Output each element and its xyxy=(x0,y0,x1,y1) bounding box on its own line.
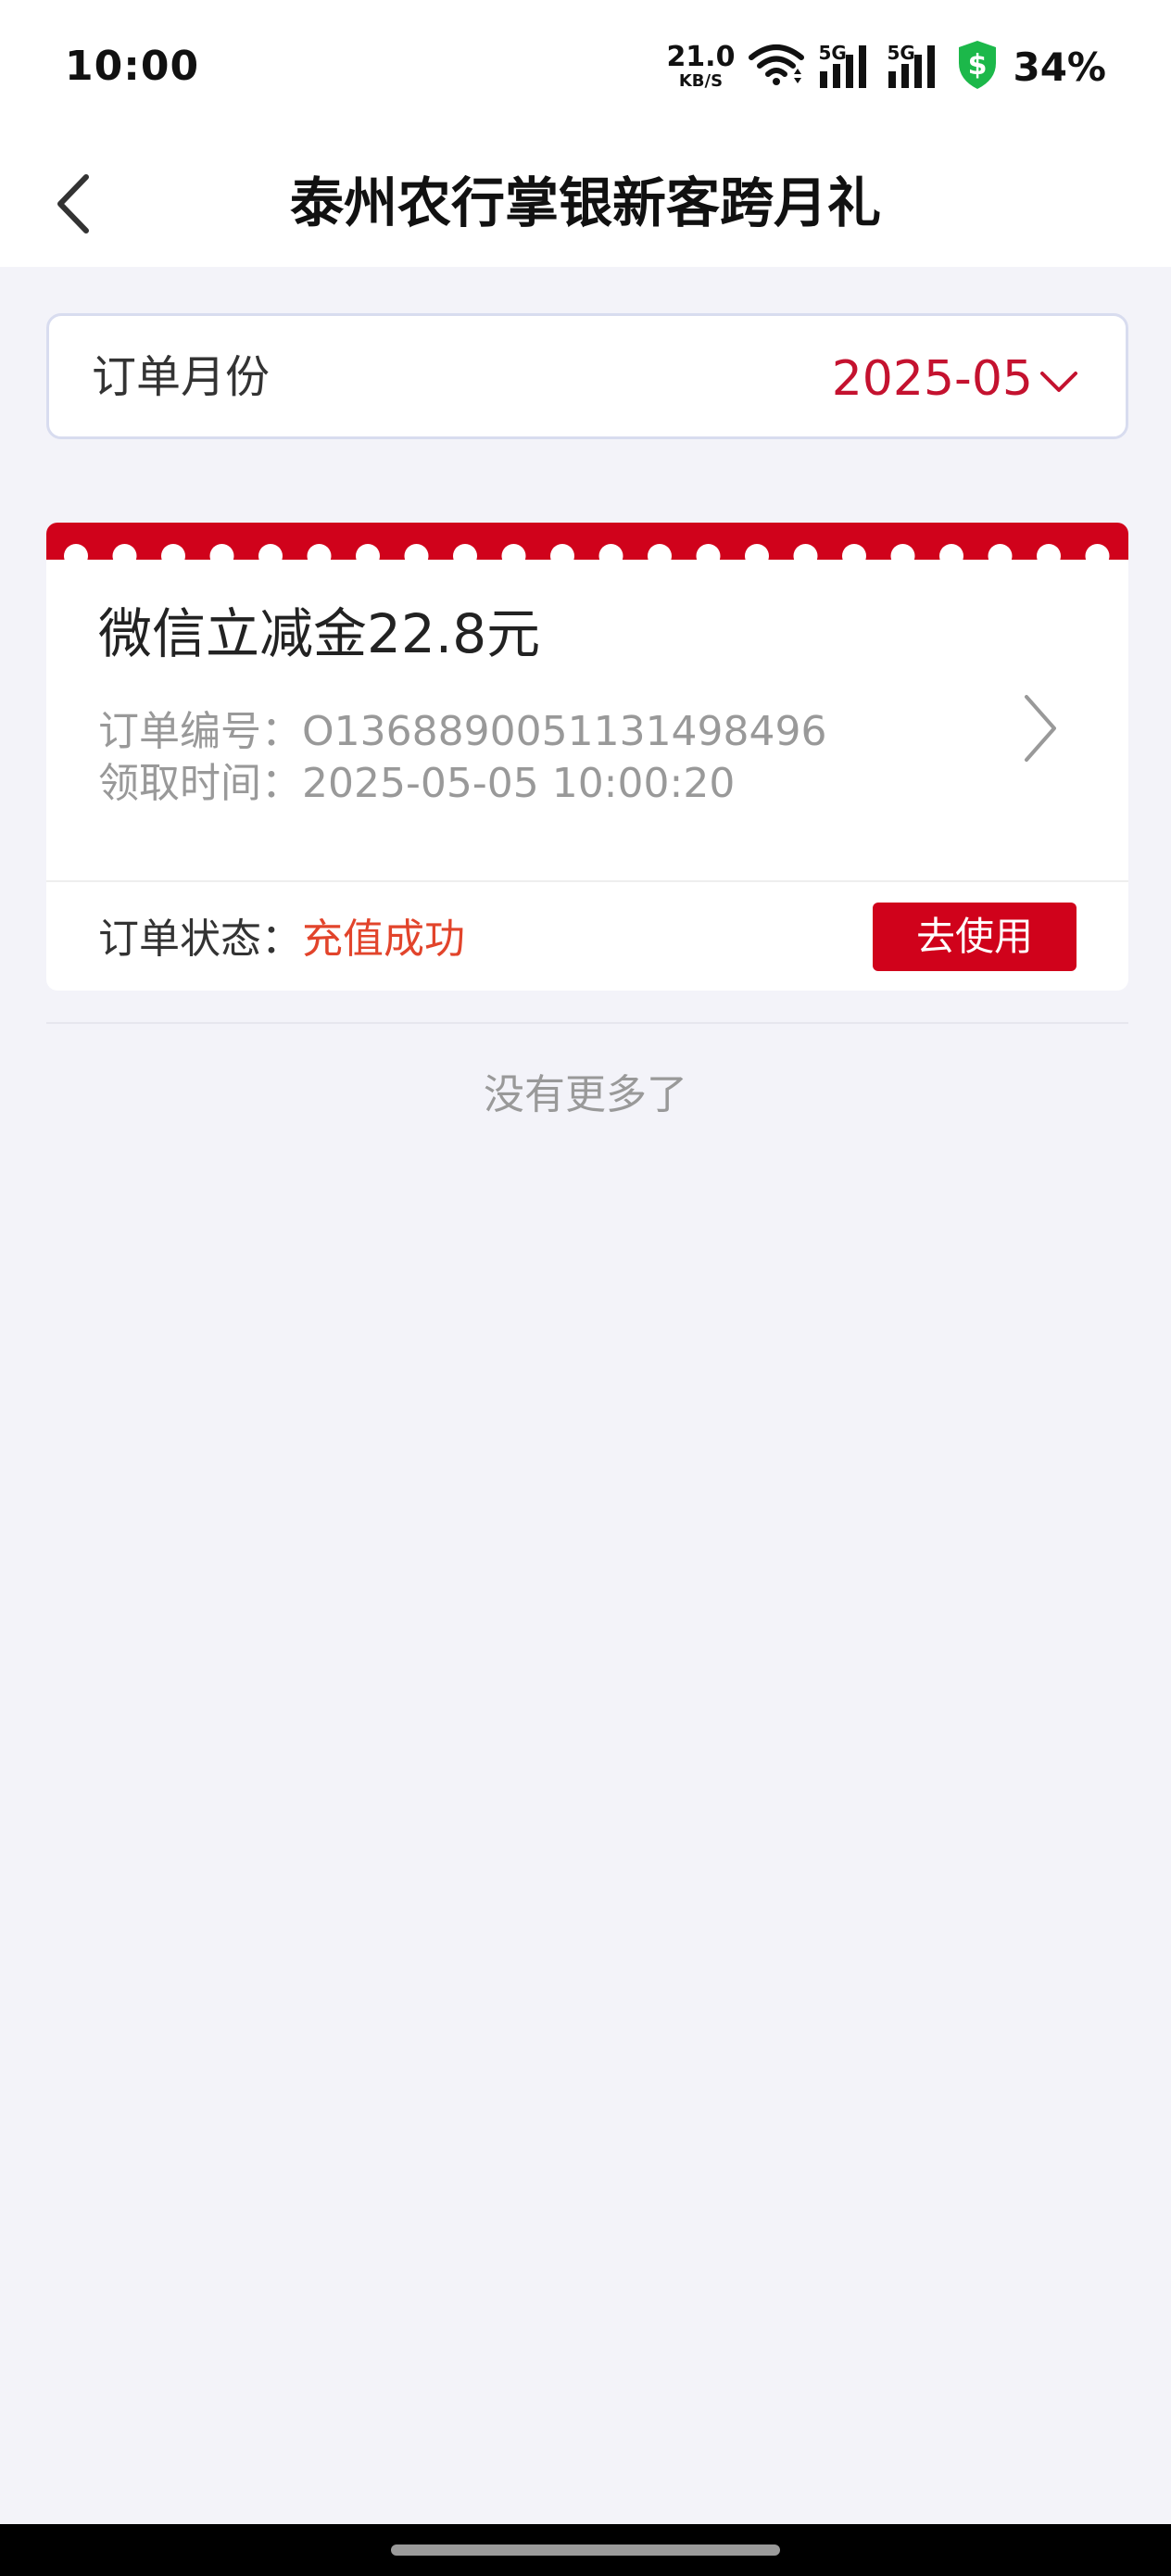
order-number-value: O1368890051131498496 xyxy=(302,708,827,755)
order-status: 订单状态：充值成功 xyxy=(98,912,465,967)
use-button[interactable]: 去使用 xyxy=(873,903,1077,971)
claim-time: 领取时间：2025-05-05 10:00:20 xyxy=(98,758,735,810)
order-title: 微信立减金22.8元 xyxy=(98,602,541,665)
chevron-down-icon xyxy=(1040,372,1077,392)
security-shield-icon: $ xyxy=(955,39,1000,95)
nav-bar: 泰州农行掌银新客跨月礼 xyxy=(0,139,1171,267)
order-number-label: 订单编号： xyxy=(98,708,302,755)
order-month-label: 订单月份 xyxy=(92,351,271,403)
claim-time-value: 2025-05-05 10:00:20 xyxy=(302,760,736,807)
status-bar: 10:00 21.0 KB/S 5G 5G $ 34% xyxy=(0,0,1171,139)
wifi-icon xyxy=(748,43,805,91)
order-month-selector[interactable]: 订单月份 2025-05 xyxy=(46,313,1128,439)
list-divider xyxy=(46,1022,1128,1024)
network-speed: 21.0 KB/S xyxy=(666,44,735,90)
signal-icon: 5G xyxy=(887,44,942,90)
order-status-label: 订单状态： xyxy=(98,915,302,963)
battery-percent: 34% xyxy=(1013,44,1106,90)
card-divider xyxy=(46,880,1128,882)
order-status-value: 充值成功 xyxy=(302,915,465,963)
home-gesture-bar[interactable] xyxy=(391,2544,780,2556)
chevron-left-icon xyxy=(57,174,89,234)
claim-time-label: 领取时间： xyxy=(98,760,302,807)
gesture-nav-area xyxy=(0,2524,1171,2576)
order-card[interactable]: 微信立减金22.8元 订单编号：O1368890051131498496 领取时… xyxy=(46,523,1128,991)
order-number: 订单编号：O1368890051131498496 xyxy=(98,706,827,758)
back-button[interactable] xyxy=(37,167,111,241)
signal-icon: 5G xyxy=(818,44,874,90)
page-title: 泰州农行掌银新客跨月礼 xyxy=(289,171,881,234)
network-speed-unit: KB/S xyxy=(678,71,724,91)
no-more-text: 没有更多了 xyxy=(484,1071,687,1118)
ticket-edge-decoration xyxy=(46,523,1128,560)
shield-symbol: $ xyxy=(968,49,988,82)
status-time: 10:00 xyxy=(65,43,200,90)
network-speed-value: 21.0 xyxy=(666,41,736,73)
status-icons: 21.0 KB/S 5G 5G $ 34% xyxy=(666,41,1106,93)
order-month-value: 2025-05 xyxy=(831,351,1033,407)
chevron-right-icon[interactable] xyxy=(1017,691,1064,765)
